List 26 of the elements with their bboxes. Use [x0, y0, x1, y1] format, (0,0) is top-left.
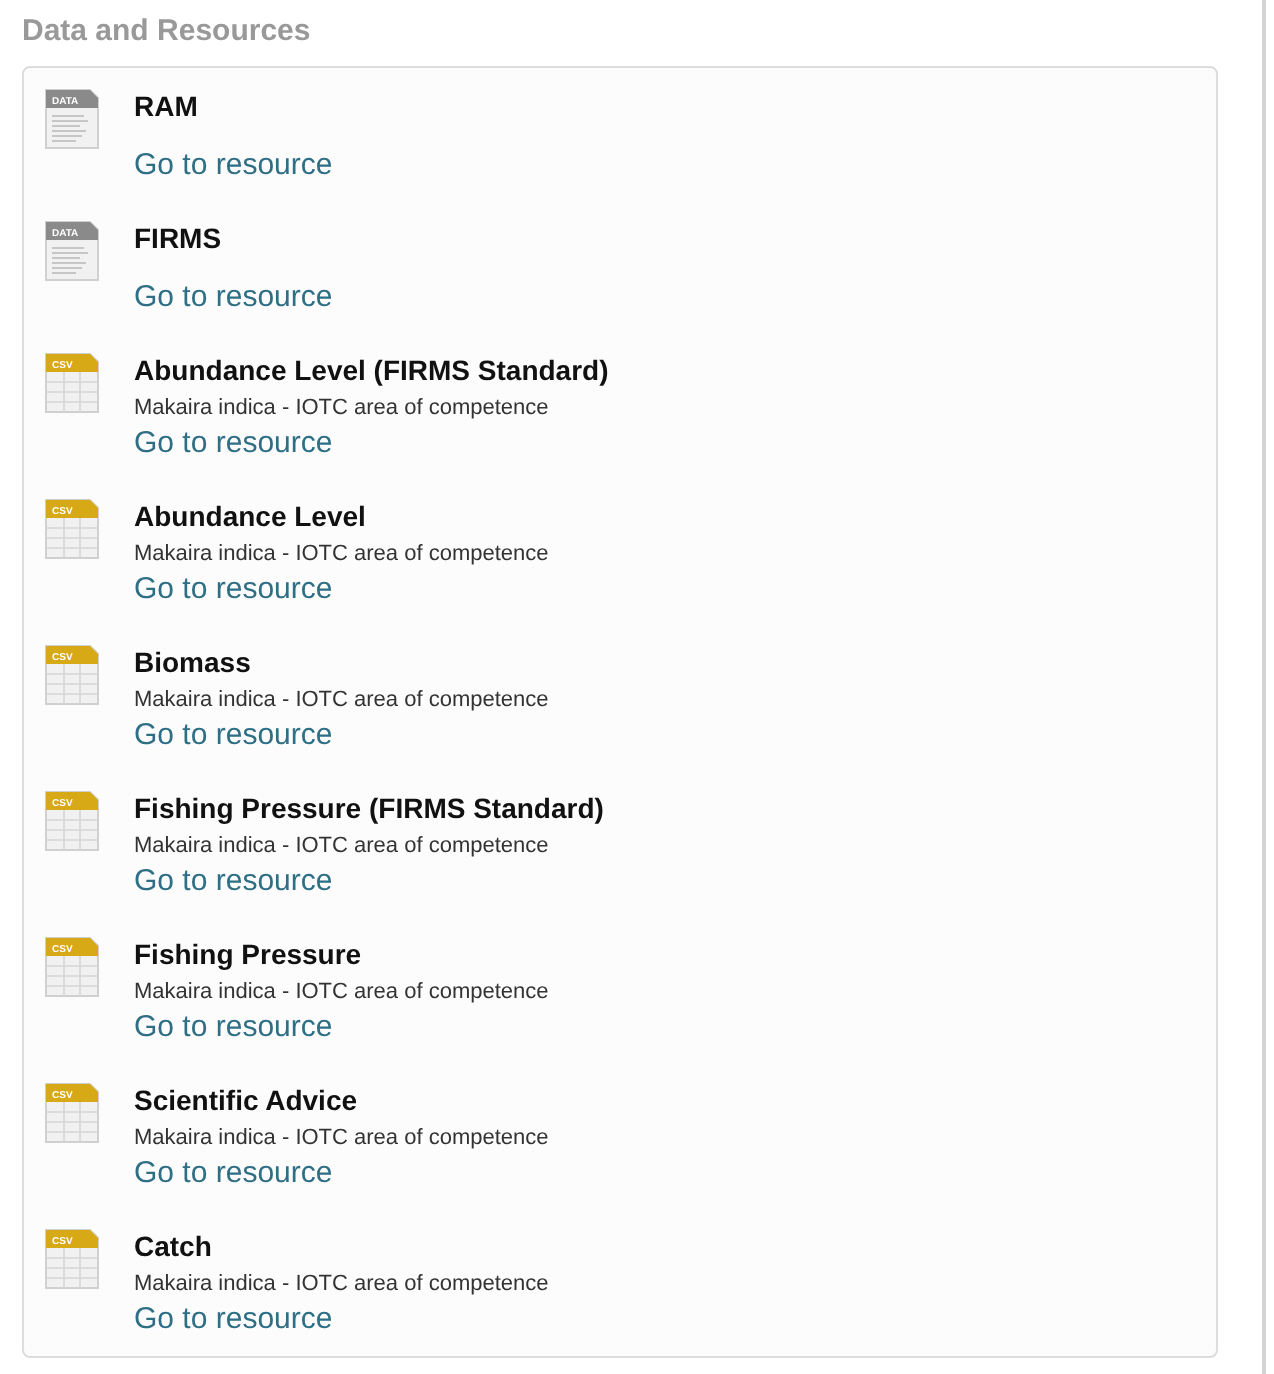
resource-title: Abundance Level — [134, 498, 368, 536]
resource-title: Fishing Pressure — [134, 936, 364, 974]
resource-link[interactable]: Go to resource — [134, 572, 333, 608]
resource-link[interactable]: Go to resource — [134, 280, 333, 316]
resource-link[interactable]: Go to resource — [134, 864, 333, 900]
resource-description: Makaira indica - IOTC area of competence — [134, 686, 549, 716]
resource-title: Catch — [134, 1228, 214, 1266]
resource-link[interactable]: Go to resource — [134, 718, 333, 754]
section-heading: Data and Resources — [22, 12, 313, 52]
resource-link[interactable]: Go to resource — [134, 148, 333, 184]
resource-link[interactable]: Go to resource — [134, 1302, 333, 1338]
resource-link[interactable]: Go to resource — [134, 1156, 333, 1192]
resource-link[interactable]: Go to resource — [134, 1010, 333, 1046]
resource-title: RAM — [134, 88, 200, 126]
resource-description: Makaira indica - IOTC area of competence — [134, 394, 551, 424]
resource-title: Biomass — [134, 644, 253, 682]
resource-description: Makaira indica - IOTC area of competence — [134, 540, 549, 570]
resource-description: Makaira indica - IOTC area of competence — [134, 978, 549, 1008]
resource-description: Makaira indica - IOTC area of competence — [134, 1270, 549, 1300]
resource-title: Abundance Level (FIRMS Standard) — [134, 352, 609, 390]
resource-title: Scientific Advice — [134, 1082, 360, 1120]
resource-description: Makaira indica - IOTC area of competence — [134, 832, 551, 862]
resource-link[interactable]: Go to resource — [134, 426, 333, 462]
resource-description: Makaira indica - IOTC area of competence — [134, 1124, 549, 1154]
resource-title: Fishing Pressure (FIRMS Standard) — [134, 790, 604, 828]
resource-title: FIRMS — [134, 220, 224, 258]
